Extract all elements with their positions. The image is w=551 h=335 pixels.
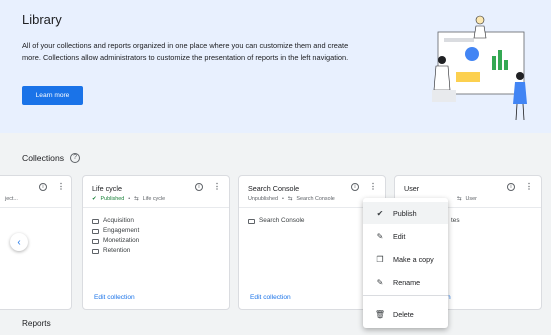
more-vert-icon[interactable]: ⋮ (369, 182, 377, 192)
card-item-list: Acquisition Engagement Monetization Rete… (92, 216, 139, 256)
collections-title: Collections (22, 153, 65, 163)
collections-heading: Collections ? (22, 153, 81, 163)
card-title: User (404, 184, 420, 193)
info-icon[interactable]: i (507, 183, 515, 191)
library-banner: Library All of your collections and repo… (0, 0, 551, 133)
info-icon[interactable]: i (39, 183, 47, 191)
list-item: Retention (92, 246, 139, 256)
card-meta: Unpublished • ⇆ Search Console (248, 196, 335, 202)
card-divider (83, 207, 229, 208)
card-item-list: tes (451, 216, 460, 226)
card-meta: ject... (5, 196, 18, 202)
list-item: Search Console (248, 216, 304, 226)
library-illustration-icon (432, 15, 527, 121)
menu-item-rename[interactable]: ✎ Rename (363, 271, 448, 293)
folder-icon (92, 248, 99, 254)
card-divider (0, 207, 71, 208)
card-title: Life cycle (92, 184, 122, 193)
more-vert-icon[interactable]: ⋮ (57, 182, 65, 192)
folder-icon (92, 238, 99, 244)
collection-card-life-cycle: Life cycle i ⋮ ✔ Published • ⇆ Life cycl… (82, 175, 230, 310)
edit-collection-link[interactable]: Edit collection (94, 294, 135, 301)
menu-item-make-a-copy[interactable]: ❐ Make a copy (363, 248, 448, 270)
edit-collection-link[interactable]: Edit collection (250, 294, 291, 301)
page-title: Library (22, 12, 62, 27)
status-badge: Unpublished (248, 196, 278, 202)
card-scope: Life cycle (142, 196, 166, 202)
help-icon[interactable]: ? (70, 153, 81, 163)
scope-icon: ⇆ (457, 196, 462, 202)
context-menu: ✔ Publish ✎ Edit ❐ Make a copy ✎ Rename … (363, 198, 448, 328)
list-item: Monetization (92, 236, 139, 246)
card-meta: ⇆ User (457, 196, 477, 202)
card-scope: Search Console (296, 196, 335, 202)
info-icon[interactable]: i (195, 183, 203, 191)
menu-item-edit[interactable]: ✎ Edit (363, 225, 448, 247)
menu-item-delete[interactable]: 🗑 Delete (363, 303, 448, 325)
folder-icon (92, 228, 99, 234)
card-item-list: Search Console (248, 216, 304, 226)
collections-section: Collections ? ject... i ⋮ Life cycle i ⋮… (0, 133, 551, 335)
folder-icon (92, 218, 99, 224)
scope-icon: ⇆ (134, 196, 139, 202)
more-vert-icon[interactable]: ⋮ (213, 182, 221, 192)
status-badge: Published (100, 196, 125, 202)
list-item: Acquisition (92, 216, 139, 226)
pencil-icon: ✎ (376, 277, 384, 287)
card-meta: ✔ Published • ⇆ Life cycle (92, 196, 166, 202)
more-vert-icon[interactable]: ⋮ (525, 182, 533, 192)
check-circle-icon: ✔ (376, 208, 384, 218)
copy-icon: ❐ (376, 254, 384, 264)
info-icon[interactable]: i (351, 183, 359, 191)
pencil-icon: ✎ (376, 231, 384, 241)
menu-item-publish[interactable]: ✔ Publish (363, 202, 448, 224)
check-circle-icon: ✔ (92, 196, 97, 202)
chevron-left-icon[interactable]: ‹ (10, 233, 28, 251)
list-item: Engagement (92, 226, 139, 236)
list-item: tes (451, 217, 460, 224)
folder-icon (248, 218, 255, 224)
scope-icon: ⇆ (287, 196, 293, 202)
banner-description: All of your collections and reports orga… (22, 41, 349, 62)
card-title: Search Console (248, 184, 300, 193)
card-scope: User (465, 196, 477, 202)
learn-more-button[interactable]: Learn more (22, 86, 83, 105)
trash-icon: 🗑 (374, 309, 386, 319)
menu-divider (363, 295, 448, 296)
reports-heading: Reports (22, 319, 51, 328)
